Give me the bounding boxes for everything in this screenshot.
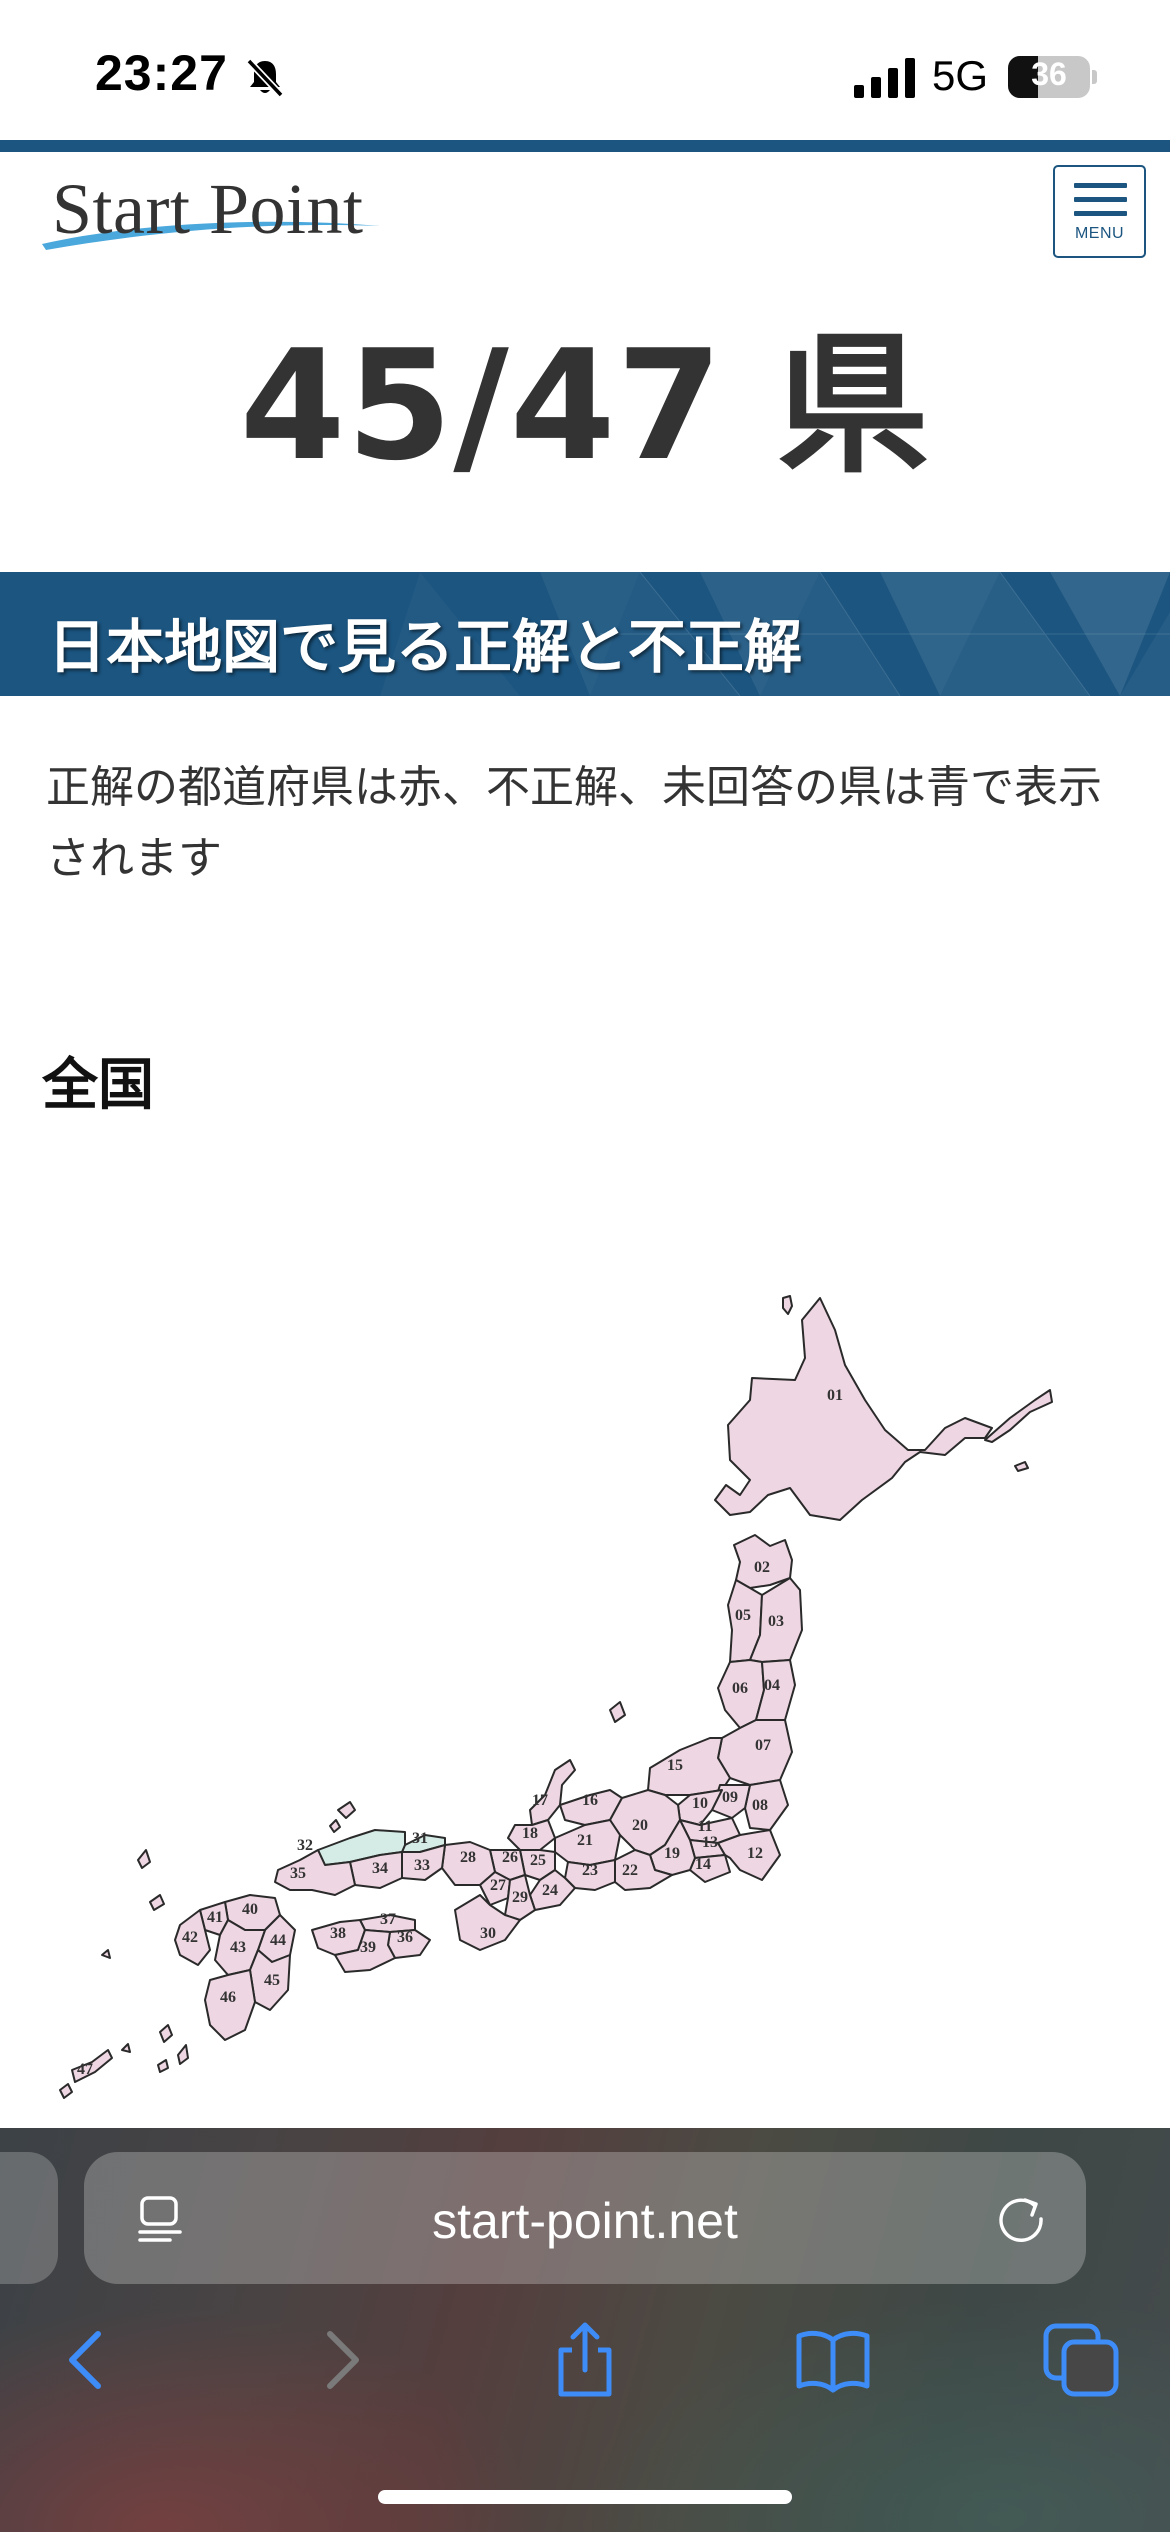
prefecture-number-label: 46 <box>220 1989 236 2006</box>
section-title: 日本地図で見る正解と不正解 <box>48 613 803 681</box>
menu-bar-icon <box>1074 211 1127 216</box>
prefecture-number-label: 27 <box>490 1877 506 1894</box>
prefecture-number-label: 21 <box>577 1832 593 1849</box>
prefecture-number-label: 07 <box>755 1737 771 1754</box>
reload-icon[interactable] <box>994 2192 1048 2246</box>
home-indicator[interactable] <box>378 2490 792 2504</box>
section-banner: 日本地図で見る正解と不正解 <box>0 572 1170 696</box>
cellular-signal-icon <box>854 58 915 98</box>
prefecture-number-label: 39 <box>360 1939 376 1956</box>
prefecture-number-label: 31 <box>412 1830 428 1847</box>
prefecture-number-label: 15 <box>667 1757 683 1774</box>
prefecture-number-label: 44 <box>270 1932 286 1949</box>
browser-toolbar: start-point.net <box>0 2128 1170 2532</box>
prefecture-number-label: 04 <box>764 1677 780 1694</box>
prefecture-number-label: 25 <box>530 1852 546 1869</box>
prefecture-number-label: 43 <box>230 1939 246 1956</box>
menu-bar-icon <box>1074 183 1127 188</box>
bell-slash-icon <box>246 58 284 98</box>
prefecture-number-label: 33 <box>414 1857 430 1874</box>
logo-text: Start Point <box>52 169 364 249</box>
prefecture-number-label: 42 <box>182 1929 198 1946</box>
island-shape <box>1014 1461 1029 1472</box>
prefecture-number-label: 06 <box>732 1680 748 1697</box>
island-shape <box>782 1295 793 1315</box>
address-bar[interactable]: start-point.net <box>84 2152 1086 2284</box>
prefecture-number-label: 17 <box>532 1792 548 1809</box>
prefecture-number-label: 13 <box>702 1834 718 1851</box>
status-time: 23:27 <box>95 45 228 101</box>
menu-button[interactable]: MENU <box>1053 165 1146 258</box>
island-shape <box>159 2024 173 2043</box>
menu-bar-icon <box>1074 197 1127 202</box>
prefecture-number-label: 40 <box>242 1901 258 1918</box>
network-type: 5G <box>932 52 989 99</box>
prefecture-number-label: 23 <box>582 1862 598 1879</box>
battery-icon: 36 <box>1008 56 1090 98</box>
prefecture-number-label: 03 <box>768 1613 784 1630</box>
prefecture-number-label: 32 <box>297 1837 313 1854</box>
island-shape <box>337 1801 356 1819</box>
status-bar: 23:27 5G 36 <box>0 0 1170 140</box>
prefecture-number-label: 29 <box>512 1889 528 1906</box>
island-shape <box>329 1819 341 1833</box>
island-shape <box>101 1949 111 1959</box>
japan-map: 01 02 03 04 05 06 07 08 09 10 11 12 13 14 15 16 17 18 19 20… <box>59 1295 1053 2099</box>
url-text[interactable]: start-point.net <box>84 2192 1086 2250</box>
prefecture-number-label: 11 <box>697 1818 712 1835</box>
prefecture-number-label: 34 <box>372 1860 388 1877</box>
map-description: 正解の都道府県は赤、不正解、未回答の県は青で表示されます <box>46 762 1102 885</box>
prefecture-number-label: 28 <box>460 1849 476 1866</box>
island-shape <box>149 1894 165 1911</box>
prefecture-number-label: 05 <box>735 1607 751 1624</box>
prefecture-number-label: 37 <box>380 1911 396 1928</box>
prefecture-number-label: 09 <box>722 1789 738 1806</box>
prefecture-number-label: 26 <box>502 1849 518 1866</box>
bookmarks-icon[interactable] <box>793 2320 873 2400</box>
quiz-score: 45/47 県 <box>239 317 931 494</box>
prefecture-01 <box>714 1297 993 1521</box>
share-icon[interactable] <box>545 2320 625 2400</box>
prefecture-number-label: 08 <box>752 1797 768 1814</box>
prefecture-number-label: 22 <box>622 1862 638 1879</box>
island-shape <box>177 2044 189 2065</box>
prefecture-number-label: 14 <box>695 1856 711 1873</box>
prefecture-number-label: 20 <box>632 1817 648 1834</box>
tabs-icon[interactable] <box>1042 2320 1122 2400</box>
header-top-rule <box>0 140 1170 152</box>
forward-icon[interactable] <box>300 2320 380 2400</box>
prefecture-number-label: 35 <box>290 1865 306 1882</box>
prefecture-number-label: 36 <box>397 1929 413 1946</box>
prefecture-number-label: 30 <box>480 1925 496 1942</box>
previous-tab-pill[interactable] <box>0 2152 58 2284</box>
island-shape <box>609 1701 626 1723</box>
prefecture-number-label: 12 <box>747 1845 763 1862</box>
island-shape <box>121 2043 131 2053</box>
prefecture-number-label: 45 <box>264 1972 280 1989</box>
site-logo[interactable]: Start Point <box>40 160 400 260</box>
region-heading: 全国 <box>42 1053 154 1118</box>
back-icon[interactable] <box>48 2320 128 2400</box>
island-shape <box>984 1389 1053 1443</box>
island-shape <box>59 2083 73 2099</box>
prefecture-number-label: 24 <box>542 1882 558 1899</box>
prefecture-number-label: 02 <box>754 1559 770 1576</box>
prefecture-number-label: 38 <box>330 1925 346 1942</box>
battery-percent: 36 <box>1031 56 1067 92</box>
prefecture-number-label: 16 <box>582 1792 598 1809</box>
island-shape <box>157 2059 169 2073</box>
menu-label: MENU <box>1074 225 1125 242</box>
prefecture-number-label: 19 <box>664 1845 680 1862</box>
battery-cap <box>1092 70 1097 84</box>
prefecture-number-label: 41 <box>207 1909 223 1926</box>
island-shape <box>137 1849 151 1869</box>
prefecture-number-label: 10 <box>692 1795 708 1812</box>
prefecture-number-label: 01 <box>827 1387 843 1404</box>
prefecture-15 <box>647 1737 731 1796</box>
prefecture-number-label: 47 <box>77 2061 93 2078</box>
prefecture-number-label: 18 <box>522 1825 538 1842</box>
